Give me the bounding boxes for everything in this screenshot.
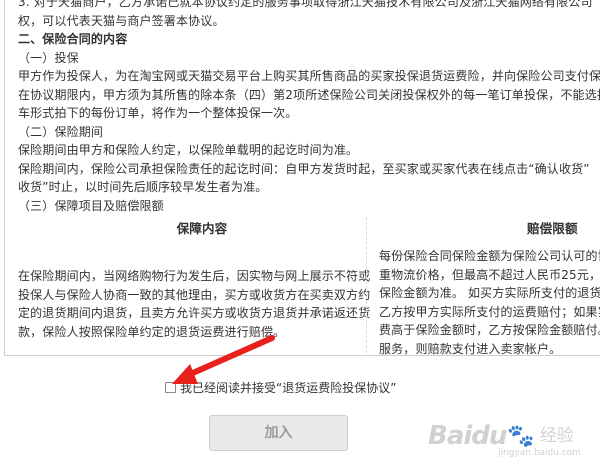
subsection-heading: （二）保险期间 <box>18 124 104 139</box>
coverage-column-title: 保障内容 <box>176 221 228 236</box>
doc-line: 车形式拍下的每份订单，将作为一个整体投保一次。 <box>18 106 298 120</box>
section-heading: 二、保险合同的内容 <box>18 32 128 46</box>
watermark-brand: Baidu <box>428 421 507 451</box>
doc-line: 3. 对于天猫商户，乙方承诺已就本协议约定的服务事项取得浙江天猫技术有限公司及浙… <box>18 0 593 9</box>
coverage-line: 投保人与保险人协商一致的其他理由，买方或收货方在买卖双方约 <box>18 287 371 302</box>
subsection-heading: （三）保障项目及赔偿限额 <box>18 198 164 213</box>
coverage-line: 在保险期间内，当网络购物行为发生后，因实物与网上展示不符或 <box>18 269 371 283</box>
limit-line: 保险金额为准。 如买方实际所支付的退货 <box>379 286 600 300</box>
limit-column-title: 赔偿限额 <box>527 221 578 236</box>
doc-line: 在协议期限内，甲方须为其所售的除本条（四）第2项所述保险公司关闭投保权外的每一笔… <box>18 87 600 102</box>
baidu-jingyan-watermark: Baidu 🐾 经验 jingyan.baidu.com <box>428 408 598 464</box>
limit-line: 服务，则赔款支付进入卖家帐户。 <box>379 341 562 356</box>
agreement-document-panel[interactable]: 3. 对于天猫商户，乙方承诺已就本协议约定的服务事项取得浙江天猫技术有限公司及浙… <box>4 0 600 356</box>
coverage-line: 款，保险人按照保险单约定的退货运费进行赔偿。 <box>18 324 286 339</box>
limit-column: 赔偿限额 每份保险合同保险金额为保险公司认可的协 重物流价格，但最高不超过人民币… <box>366 217 600 356</box>
paw-icon: 🐾 <box>507 423 535 449</box>
watermark-url: jingyan.baidu.com <box>498 448 582 458</box>
doc-line: 收货”时止，以时间先后顺序较早发生者为准。 <box>18 180 268 194</box>
coverage-column: 保障内容 在保险期间内，当网络购物行为发生后，因实物与网上展示不符或 投保人与保… <box>18 217 371 355</box>
limit-line: 重物流价格，但最高不超过人民币25元，具 <box>379 267 600 282</box>
doc-line: 甲方作为投保人，为在淘宝网或天猫交易平台上购买其所售商品的买家投保退货运费险，并… <box>18 69 600 83</box>
doc-line: 保险期间内，保险公司承担保险责任的起讫时间：自甲方发货时起，至买家或买家代表在线… <box>18 161 590 176</box>
watermark-suffix: 经验 <box>539 426 574 446</box>
doc-line: 权，可以代表天猫与商户签署本协议。 <box>18 13 225 28</box>
subsection-heading: （一）投保 <box>18 50 79 65</box>
limit-line: 每份保险合同保险金额为保险公司认可的协 <box>379 249 600 263</box>
agree-checkbox[interactable] <box>165 381 176 393</box>
agreement-document-text: 3. 对于天猫商户，乙方承诺已就本协议约定的服务事项取得浙江天猫技术有限公司及浙… <box>18 0 600 356</box>
limit-line: 乙方按甲方实际所支付的运费赔付；如果实 <box>379 304 600 319</box>
agree-terms-checkbox-row[interactable]: 我已经阅读并接受“退货运费险投保协议” <box>165 378 396 396</box>
coverage-line: 定的退货期间内退货，且卖方允许买方或收货方退货并承诺返还货 <box>18 306 371 320</box>
join-button[interactable]: 加入 <box>209 415 348 451</box>
limit-line: 费高于保险金额时，乙方按保险金额赔付。 <box>379 323 600 337</box>
agree-checkbox-label: 我已经阅读并接受“退货运费险投保协议” <box>180 380 397 395</box>
doc-line: 保险期间由甲方和保险人约定，以保险单载明的起讫时间为准。 <box>18 143 359 157</box>
coverage-table: 保障内容 在保险期间内，当网络购物行为发生后，因实物与网上展示不符或 投保人与保… <box>18 217 600 356</box>
